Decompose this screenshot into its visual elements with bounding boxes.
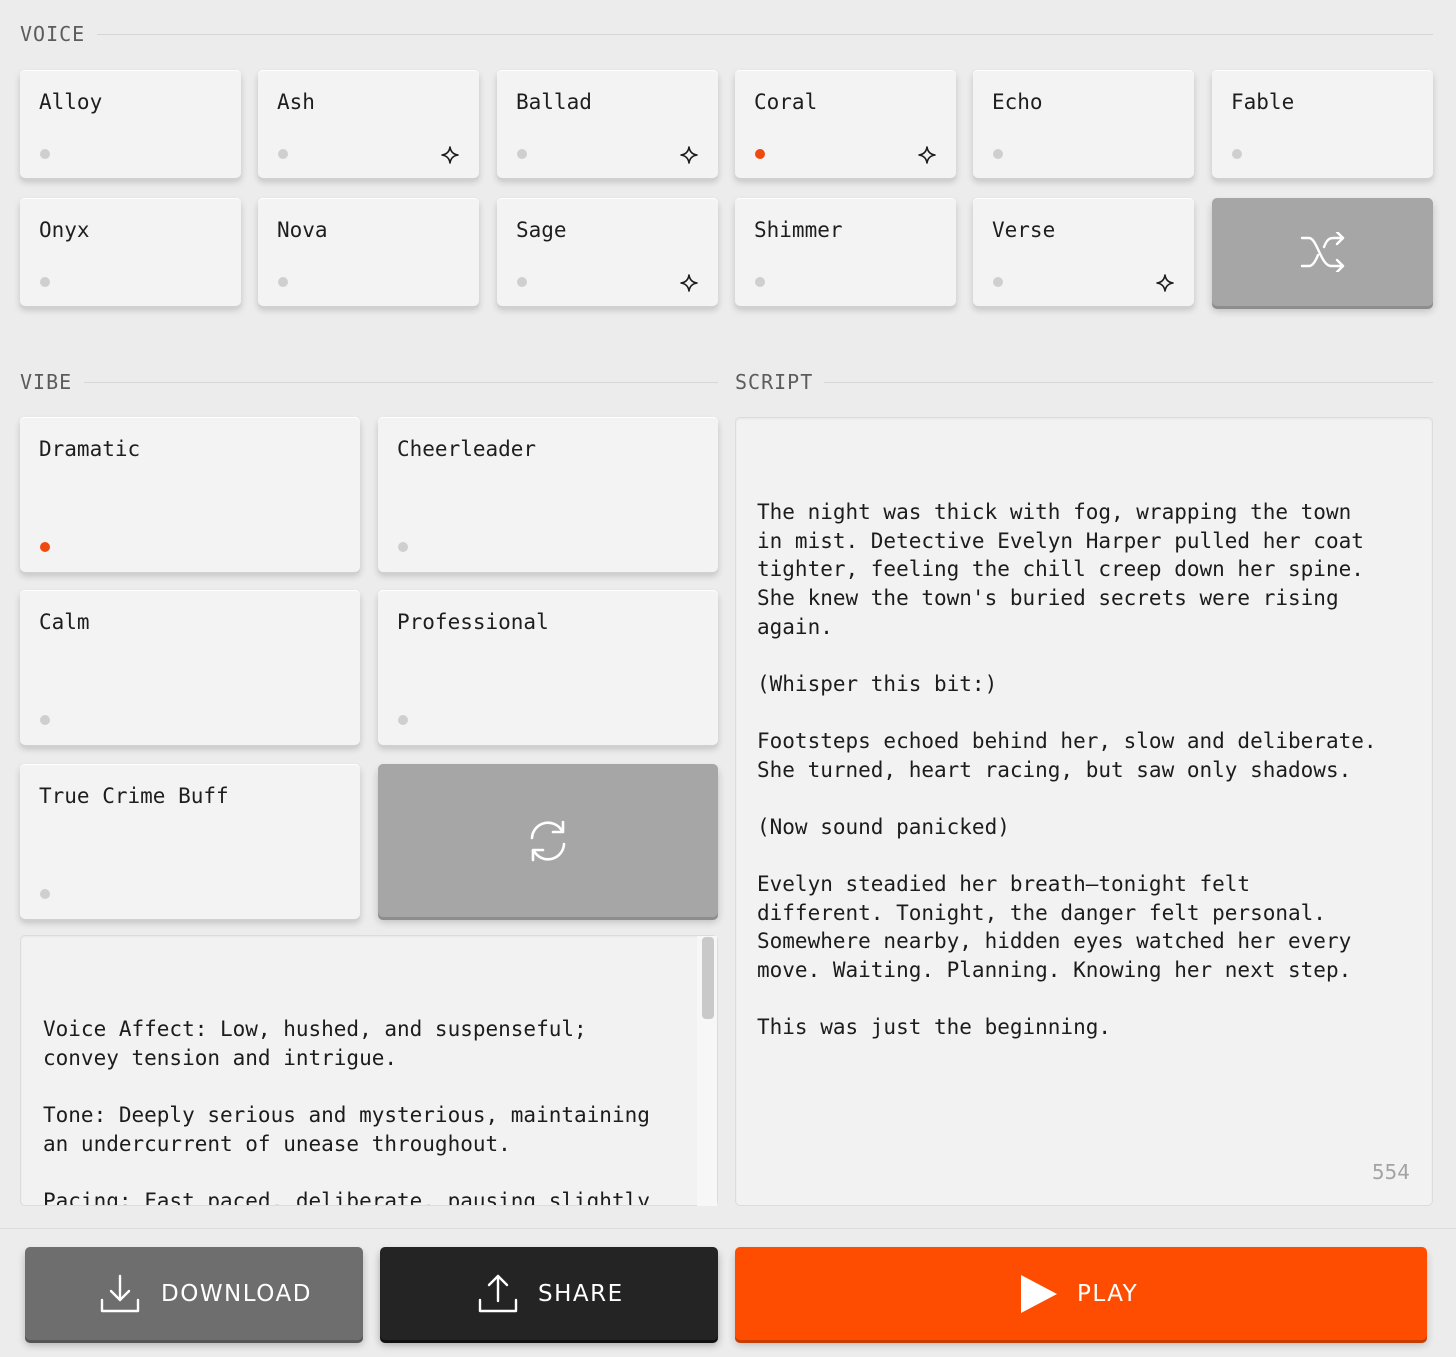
play-button[interactable]: PLAY bbox=[735, 1247, 1427, 1340]
shuffle-voice-button[interactable] bbox=[1212, 198, 1433, 306]
voice-name: Onyx bbox=[39, 218, 90, 242]
play-label: PLAY bbox=[1077, 1280, 1139, 1307]
sparkle-icon bbox=[1156, 274, 1174, 292]
indicator-dot bbox=[993, 277, 1003, 287]
voice-name: Ballad bbox=[516, 90, 592, 114]
indicator-dot bbox=[517, 277, 527, 287]
vibe-card-calm[interactable]: Calm bbox=[20, 590, 360, 745]
indicator-dot bbox=[278, 277, 288, 287]
indicator-dot bbox=[755, 277, 765, 287]
refresh-vibes-button[interactable] bbox=[378, 764, 718, 917]
vibe-description-text: Voice Affect: Low, hushed, and suspensef… bbox=[43, 1017, 650, 1206]
sparkle-icon bbox=[680, 146, 698, 164]
voice-name: Alloy bbox=[39, 90, 103, 114]
refresh-icon bbox=[530, 820, 566, 861]
voice-card-verse[interactable]: Verse bbox=[973, 198, 1194, 306]
vibe-name: Dramatic bbox=[39, 437, 141, 461]
vibe-name: Calm bbox=[39, 610, 90, 634]
indicator-dot bbox=[517, 149, 527, 159]
voice-card-ash[interactable]: Ash bbox=[258, 70, 479, 178]
voice-name: Fable bbox=[1231, 90, 1295, 114]
download-label: DOWNLOAD bbox=[161, 1280, 312, 1307]
selected-indicator-dot bbox=[755, 149, 765, 159]
voice-card-shimmer[interactable]: Shimmer bbox=[735, 198, 956, 306]
voice-name: Verse bbox=[992, 218, 1056, 242]
vibe-name: Cheerleader bbox=[397, 437, 537, 461]
indicator-dot bbox=[398, 542, 408, 552]
play-icon bbox=[1021, 1274, 1057, 1313]
script-text: The night was thick with fog, wrapping t… bbox=[757, 500, 1377, 1039]
indicator-dot bbox=[993, 149, 1003, 159]
voice-card-sage[interactable]: Sage bbox=[497, 198, 718, 306]
download-button[interactable]: DOWNLOAD bbox=[25, 1247, 363, 1340]
shuffle-icon bbox=[1300, 232, 1344, 272]
vibe-name: True Crime Buff bbox=[39, 784, 229, 808]
sparkle-icon bbox=[441, 146, 459, 164]
indicator-dot bbox=[1232, 149, 1242, 159]
vibe-card-dramatic[interactable]: Dramatic bbox=[20, 417, 360, 572]
voice-card-alloy[interactable]: Alloy bbox=[20, 70, 241, 178]
voice-card-coral[interactable]: Coral bbox=[735, 70, 956, 178]
scrollbar-thumb[interactable] bbox=[702, 937, 714, 1019]
download-icon bbox=[100, 1274, 140, 1312]
indicator-dot bbox=[278, 149, 288, 159]
indicator-dot bbox=[398, 715, 408, 725]
vibe-card-professional[interactable]: Professional bbox=[378, 590, 718, 745]
share-button[interactable]: SHARE bbox=[380, 1247, 718, 1340]
vibe-section-label: VIBE bbox=[20, 370, 73, 394]
share-icon bbox=[478, 1274, 518, 1312]
vibe-divider bbox=[84, 382, 718, 383]
script-divider bbox=[824, 382, 1433, 383]
indicator-dot bbox=[40, 715, 50, 725]
voice-card-echo[interactable]: Echo bbox=[973, 70, 1194, 178]
voice-card-fable[interactable]: Fable bbox=[1212, 70, 1433, 178]
script-textarea[interactable]: The night was thick with fog, wrapping t… bbox=[735, 417, 1433, 1206]
voice-name: Shimmer bbox=[754, 218, 843, 242]
voice-card-nova[interactable]: Nova bbox=[258, 198, 479, 306]
script-section-label: SCRIPT bbox=[735, 370, 814, 394]
vibe-description-scrollbar[interactable] bbox=[697, 936, 717, 1206]
vibe-name: Professional bbox=[397, 610, 549, 634]
voice-name: Ash bbox=[277, 90, 315, 114]
voice-name: Nova bbox=[277, 218, 328, 242]
voice-divider bbox=[97, 34, 1433, 35]
indicator-dot bbox=[40, 889, 50, 899]
voice-card-onyx[interactable]: Onyx bbox=[20, 198, 241, 306]
voice-section-label: VOICE bbox=[20, 22, 86, 46]
indicator-dot bbox=[40, 149, 50, 159]
character-count: 554 bbox=[1371, 1160, 1410, 1185]
vibe-description-textarea[interactable]: Voice Affect: Low, hushed, and suspensef… bbox=[20, 935, 718, 1206]
voice-name: Echo bbox=[992, 90, 1043, 114]
sparkle-icon bbox=[680, 274, 698, 292]
sparkle-icon bbox=[918, 146, 936, 164]
voice-card-ballad[interactable]: Ballad bbox=[497, 70, 718, 178]
voice-name: Coral bbox=[754, 90, 818, 114]
vibe-card-true-crime-buff[interactable]: True Crime Buff bbox=[20, 764, 360, 919]
selected-indicator-dot bbox=[40, 542, 50, 552]
voice-name: Sage bbox=[516, 218, 567, 242]
vibe-card-cheerleader[interactable]: Cheerleader bbox=[378, 417, 718, 572]
share-label: SHARE bbox=[538, 1280, 624, 1307]
indicator-dot bbox=[40, 277, 50, 287]
